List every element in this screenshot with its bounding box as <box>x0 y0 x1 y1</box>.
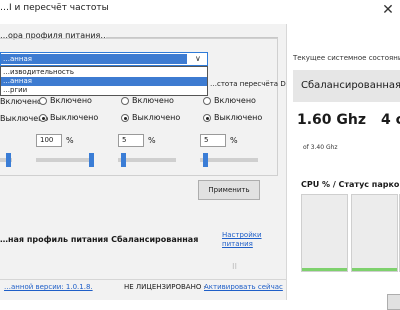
core-count: 4 c <box>381 112 400 128</box>
profile-dropdown[interactable]: …анная ∨ <box>0 52 208 66</box>
radio-on-2[interactable] <box>39 97 47 105</box>
dropdown-option-balanced[interactable]: …анная <box>1 77 207 86</box>
column-header-dc: …стота пересчёта DC <box>210 80 291 88</box>
slider-thumb-4[interactable] <box>203 153 208 167</box>
slider-thumb-1[interactable] <box>6 153 11 167</box>
radio-off-2[interactable] <box>39 114 47 122</box>
core-usage-box <box>351 194 398 272</box>
slider-thumb-3[interactable] <box>121 153 126 167</box>
value-input-2[interactable]: 100 <box>36 134 62 147</box>
radio-off-3[interactable] <box>121 114 129 122</box>
radio-off-4[interactable] <box>203 114 211 122</box>
footer-divider <box>0 279 286 280</box>
power-settings-link[interactable]: Настройки питания <box>222 231 276 249</box>
slider-thumb-2[interactable] <box>89 153 94 167</box>
core-usage-bar <box>302 267 347 271</box>
close-icon[interactable]: ✕ <box>376 0 400 22</box>
core-usage-bar <box>352 267 397 271</box>
off-label-4: Выключено <box>214 113 263 122</box>
chevron-down-icon[interactable]: ∨ <box>195 53 201 65</box>
activate-link[interactable]: Активировать сейчас <box>204 283 283 291</box>
percent-unit-2: % <box>66 136 74 145</box>
value-input-4[interactable]: 5 <box>200 134 226 147</box>
title-bar: …I и пересчёт частоты ✕ <box>0 0 400 24</box>
dropdown-selected-value: …анная <box>1 54 187 64</box>
on-label-2: Включено <box>50 96 92 105</box>
slider-track-4 <box>200 158 258 162</box>
panel-button[interactable] <box>387 294 400 310</box>
percent-unit-3: % <box>148 136 156 145</box>
dropdown-option-performance[interactable]: …изводительность <box>1 68 207 77</box>
on-label-1: Включено <box>0 97 42 106</box>
cpu-frequency: 1.60 Ghz <box>297 112 367 128</box>
system-state-panel: Текущее системное состояние Сбалансирова… <box>286 24 400 310</box>
license-status: НЕ ЛИЦЕНЗИРОВАНО - <box>124 283 207 291</box>
resize-grip-icon: ⁝⁝ <box>232 262 238 271</box>
dropdown-option-power-saver[interactable]: …ргии <box>1 86 207 95</box>
core-usage-box <box>301 194 348 272</box>
slider-track-2 <box>36 158 94 162</box>
apply-button[interactable]: Применить <box>198 180 260 200</box>
radio-on-4[interactable] <box>203 97 211 105</box>
system-state-title: Текущее системное состояние <box>293 54 400 62</box>
off-label-3: Выключено <box>132 113 181 122</box>
off-label-2: Выключено <box>50 113 99 122</box>
profile-dropdown-list[interactable]: …изводительность …анная …ргии <box>0 66 208 96</box>
value-input-3[interactable]: 5 <box>118 134 144 147</box>
window-title: …I и пересчёт частоты <box>0 3 109 13</box>
on-label-4: Включено <box>214 96 256 105</box>
cpu-usage-label: CPU % / Статус парковки <box>301 180 400 189</box>
max-frequency: of 3.40 Ghz <box>303 144 338 151</box>
current-profile-name: Сбалансированная <box>301 80 400 91</box>
current-profile-box: Сбалансированная <box>293 70 400 102</box>
version-link[interactable]: …анной версии: 1.0.1.8. <box>4 283 93 291</box>
active-profile-status: …ная профиль питания Сбалансированная <box>0 235 199 244</box>
on-label-3: Включено <box>132 96 174 105</box>
slider-track-3 <box>118 158 176 162</box>
percent-unit-4: % <box>230 136 238 145</box>
radio-on-3[interactable] <box>121 97 129 105</box>
